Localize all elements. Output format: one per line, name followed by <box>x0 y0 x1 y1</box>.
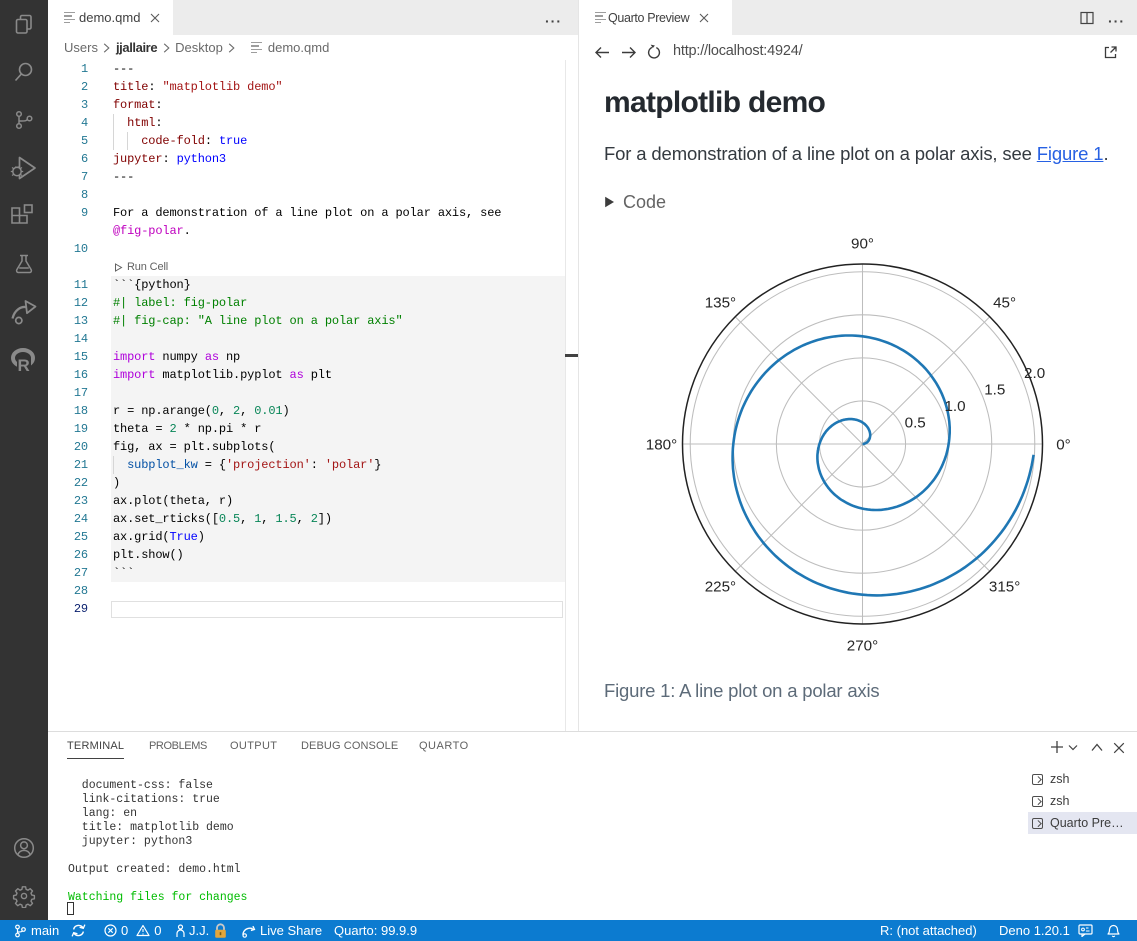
svg-text:2.0: 2.0 <box>1024 365 1045 382</box>
svg-text:315°: 315° <box>989 579 1020 596</box>
svg-text:45°: 45° <box>993 294 1016 311</box>
svg-text:0.5: 0.5 <box>905 415 926 432</box>
svg-text:180°: 180° <box>646 436 677 453</box>
svg-text:1.0: 1.0 <box>944 398 965 415</box>
svg-text:90°: 90° <box>851 235 874 252</box>
svg-text:135°: 135° <box>705 294 736 311</box>
svg-text:225°: 225° <box>705 579 736 596</box>
svg-text:1.5: 1.5 <box>984 382 1005 399</box>
svg-text:270°: 270° <box>847 637 878 654</box>
svg-text:0°: 0° <box>1056 436 1071 453</box>
svg-text:R: R <box>18 356 30 375</box>
